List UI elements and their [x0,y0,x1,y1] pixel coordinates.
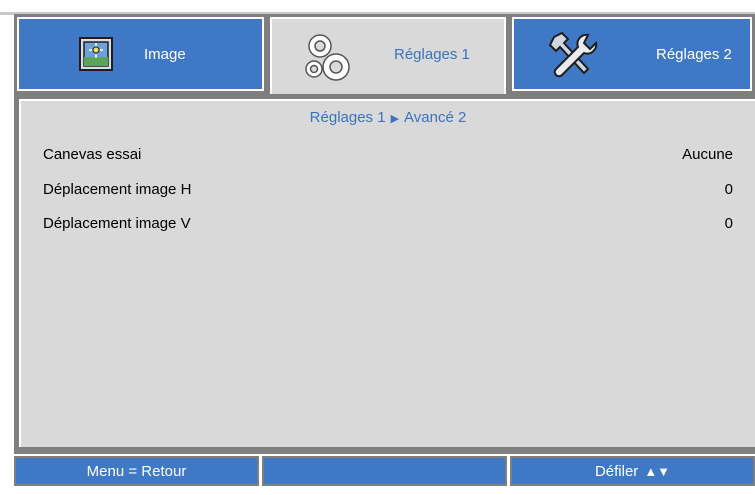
row-label: Déplacement image V [43,215,191,232]
row-deplacement-image-h[interactable]: Déplacement image H 0 [43,181,733,205]
image-icon [79,37,113,76]
row-label: Déplacement image H [43,181,192,198]
tab-image-label: Image [144,46,186,63]
row-value: 0 [724,215,733,232]
up-down-arrows-icon: ▲▼ [644,463,671,479]
tab-reglages-2[interactable]: Réglages 2 [509,14,755,94]
breadcrumb: Réglages 1 ▶ Avancé 2 [21,109,755,126]
settings-panel: Réglages 1 ▶ Avancé 2 Canevas essai Aucune… [19,99,755,447]
row-deplacement-image-v[interactable]: Déplacement image V 0 [43,215,733,239]
row-canevas-essai[interactable]: Canevas essai Aucune [43,146,733,170]
menu-return-label: Menu = Retour [86,462,187,480]
scroll-label: Défiler [594,462,639,480]
osd-menu: Image Réglages 1 Réglages 2 Réglages 1 ▶… [0,0,755,495]
row-value: 0 [724,181,733,198]
tab-image[interactable]: Image [14,14,267,94]
tab-reglages-1[interactable]: Réglages 1 [267,14,509,100]
scroll-button[interactable]: Défiler ▲▼ [510,456,755,486]
footer-middle-button [262,456,507,486]
right-triangle-icon: ▶ [390,113,400,125]
breadcrumb-parent: Réglages 1 [309,109,386,126]
row-label: Canevas essai [43,146,142,163]
gears-icon [300,29,356,90]
breadcrumb-current: Avancé 2 [404,109,467,126]
menu-return-button[interactable]: Menu = Retour [14,456,259,486]
tools-icon [544,29,600,86]
tab-reglages-1-label: Réglages 1 [394,46,470,63]
row-value: Aucune [682,146,733,163]
tab-reglages-2-label: Réglages 2 [656,46,732,63]
